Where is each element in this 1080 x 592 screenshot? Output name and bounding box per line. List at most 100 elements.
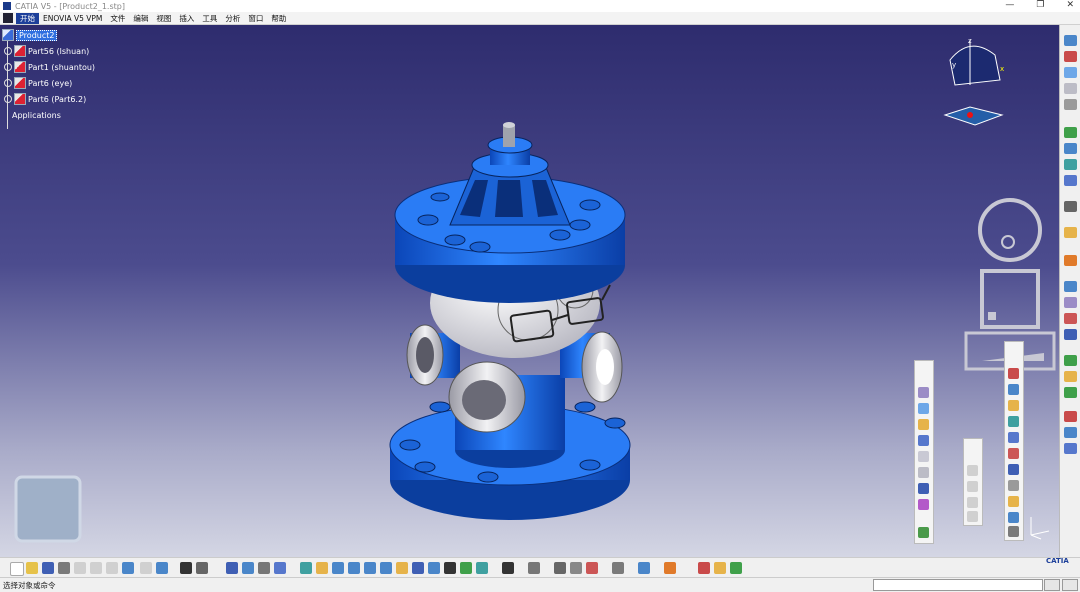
undo-icon[interactable] [122,562,134,574]
hide-show-icon[interactable] [428,562,440,574]
render-icon[interactable] [612,562,624,574]
render-icon[interactable] [1064,443,1077,454]
part-icon[interactable] [1064,159,1077,170]
scene-icon[interactable] [1064,355,1077,366]
pan-icon[interactable] [316,562,328,574]
measure-icon[interactable] [1064,227,1077,238]
catalog-browser-icon[interactable] [698,562,710,574]
tree-item-label[interactable]: Part56 (lshuan) [28,47,89,56]
normal-view-icon[interactable] [380,562,392,574]
tree-item[interactable]: Part1 (shuantou) [2,59,95,75]
print-icon[interactable] [58,562,70,574]
apply-material-icon[interactable] [638,562,650,574]
expand-icon[interactable] [4,63,12,71]
menu-window[interactable]: 窗口 [244,13,267,24]
3d-viewport[interactable]: Product2 Part56 (lshuan) Part1 (shuantou… [0,25,1059,557]
sketch-icon[interactable] [918,387,929,398]
replace-icon[interactable] [1008,416,1019,427]
redo-icon[interactable] [140,562,152,574]
scene-icon[interactable] [918,419,929,430]
manipulate-icon[interactable] [1008,464,1019,475]
clip-icon[interactable] [918,467,929,478]
catalog-icon[interactable] [1008,480,1019,491]
catalog-icon[interactable] [258,562,270,574]
tree-item-label[interactable]: Part1 (shuantou) [28,63,95,72]
maximize-button[interactable]: ❐ [1036,0,1044,10]
formula-icon[interactable] [180,562,192,574]
rotate-icon[interactable] [1064,67,1077,78]
assembly-icon[interactable] [1008,368,1019,379]
catia-menu-logo-icon[interactable] [3,13,13,23]
tree-root-node[interactable]: Product2 [2,27,95,43]
render-icon[interactable] [918,527,929,538]
material-library-icon[interactable] [714,562,726,574]
analyze-icon[interactable] [1064,371,1077,382]
tree-item-label[interactable]: Part6 (eye) [28,79,72,88]
environment-icon[interactable] [918,499,929,510]
measure-icon[interactable] [502,562,514,574]
menu-file[interactable]: 文件 [106,13,129,24]
light-icon[interactable] [918,435,929,446]
floating-toolbar-3[interactable] [1004,341,1024,541]
snap-icon[interactable] [1064,297,1077,308]
zoom-icon[interactable] [1064,83,1077,94]
constraint-icon[interactable] [1064,175,1077,186]
paste-icon[interactable] [106,562,118,574]
mini-viewer-icon[interactable] [14,475,82,543]
explode-icon[interactable] [1008,448,1019,459]
close-button[interactable]: ✕ [1066,0,1074,10]
tree-icon[interactable] [242,562,254,574]
explode-icon[interactable] [1064,313,1077,324]
material-icon[interactable] [918,403,929,414]
view-mode-icon[interactable] [412,562,424,574]
zoom-out-icon[interactable] [364,562,376,574]
view-rotate-icon[interactable] [975,195,1045,265]
link-icon[interactable] [1008,432,1019,443]
help-icon[interactable] [156,562,168,574]
link-icon[interactable] [554,562,566,574]
clash-icon[interactable] [1064,329,1077,340]
tree-item[interactable]: Part56 (lshuan) [2,43,95,59]
camera-icon[interactable] [460,562,472,574]
tree-applications-node[interactable]: Applications [2,107,95,123]
tree-item-label[interactable]: Part6 (Part6.2) [28,95,86,104]
copy-icon[interactable] [90,562,102,574]
tree-applications-label[interactable]: Applications [12,111,61,120]
floating-toolbar-2[interactable] [963,438,983,526]
expand-icon[interactable] [4,79,12,87]
menu-tools[interactable]: 工具 [198,13,221,24]
material-icon[interactable] [570,562,582,574]
comment-icon[interactable] [196,562,208,574]
rotate-icon[interactable] [332,562,344,574]
analysis-icon[interactable] [1008,496,1019,507]
command-run-button[interactable] [1044,579,1060,591]
menu-start[interactable]: 开始 [16,12,39,24]
cut-icon[interactable] [74,562,86,574]
command-input[interactable] [873,579,1043,591]
tree-item[interactable]: Part6 (Part6.2) [2,91,95,107]
menu-enovia[interactable]: ENOVIA V5 VPM [39,14,106,23]
scene-settings-icon[interactable] [730,562,742,574]
expand-icon[interactable] [4,95,12,103]
menu-edit[interactable]: 编辑 [129,13,152,24]
normal-view-icon[interactable] [1064,99,1077,110]
zoom-in-icon[interactable] [348,562,360,574]
hydrant-3d-model[interactable] [380,105,650,525]
snap-grid-icon[interactable] [664,562,676,574]
fly-mode-icon[interactable] [274,562,286,574]
compass-widget[interactable]: z y x [940,35,1010,135]
menu-analyze[interactable]: 分析 [221,13,244,24]
assembly-icon[interactable] [1064,143,1077,154]
product-icon[interactable] [1008,400,1019,411]
move-icon[interactable] [918,451,929,462]
hide-icon[interactable] [1064,411,1077,422]
save-icon[interactable] [42,562,54,574]
snapshot-icon[interactable] [918,483,929,494]
sketch-icon[interactable] [476,562,488,574]
menu-view[interactable]: 视图 [152,13,175,24]
iso-view-icon[interactable] [396,562,408,574]
swap-space-icon[interactable] [444,562,456,574]
select-icon[interactable] [1064,255,1077,266]
expand-icon[interactable] [4,47,12,55]
product-icon[interactable] [1064,127,1077,138]
